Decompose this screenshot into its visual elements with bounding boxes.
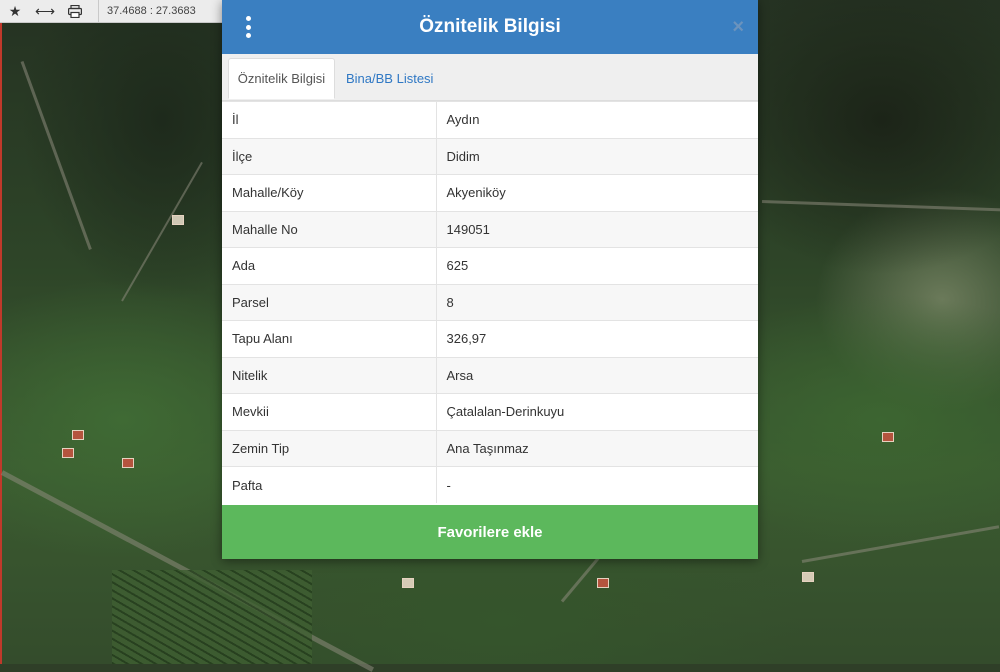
attribute-info-dialog: Öznitelik Bilgisi × Öznitelik Bilgisi Bi… (222, 0, 758, 559)
star-icon[interactable]: ★ (0, 0, 30, 22)
attribute-key: Mahalle/Köy (222, 174, 437, 211)
menu-kebab-icon[interactable] (242, 16, 254, 38)
table-row: İl Aydın (222, 101, 758, 138)
attribute-value: Akyeniköy (436, 174, 758, 211)
attribute-key: Pafta (222, 466, 437, 503)
attribute-key: Ada (222, 247, 437, 284)
attribute-value: 149051 (436, 210, 758, 248)
close-icon[interactable]: × (732, 16, 744, 39)
table-row: Mahalle/Köy Akyeniköy (222, 174, 758, 211)
attribute-key: Nitelik (222, 356, 437, 394)
attribute-value: 8 (436, 283, 758, 321)
attribute-value: Didim (436, 137, 758, 175)
tab-attribute-info[interactable]: Öznitelik Bilgisi (228, 58, 335, 99)
attribute-key: Zemin Tip (222, 429, 437, 467)
dialog-title: Öznitelik Bilgisi (419, 16, 561, 37)
add-to-favorites-button[interactable]: Favorilere ekle (222, 505, 758, 559)
table-row: Mevkii Çatalalan-Derinkuyu (222, 393, 758, 430)
table-row: Nitelik Arsa (222, 356, 758, 394)
table-row: Pafta - (222, 466, 758, 503)
attribute-key: İlçe (222, 137, 437, 175)
table-row: Mahalle No 149051 (222, 210, 758, 248)
table-row: Parsel 8 (222, 283, 758, 321)
tab-building-list[interactable]: Bina/BB Listesi (346, 58, 433, 99)
attribute-value: Çatalalan-Derinkuyu (436, 393, 758, 430)
attribute-key: Mahalle No (222, 210, 437, 248)
attribute-key: Mevkii (222, 393, 437, 430)
print-icon[interactable] (60, 0, 90, 22)
table-row: Tapu Alanı 326,97 (222, 320, 758, 357)
table-row: Ada 625 (222, 247, 758, 284)
attribute-value: Arsa (436, 356, 758, 394)
attribute-value: - (436, 466, 758, 503)
measure-icon[interactable]: ⟷ (30, 0, 60, 22)
dialog-tabs: Öznitelik Bilgisi Bina/BB Listesi (222, 54, 758, 101)
table-row: İlçe Didim (222, 137, 758, 175)
attribute-table: İl Aydın İlçe Didim Mahalle/Köy Akyeniköy Maha… (222, 101, 758, 503)
table-row: Zemin Tip Ana Taşınmaz (222, 429, 758, 467)
attribute-value: 625 (436, 247, 758, 284)
attribute-value: Ana Taşınmaz (436, 429, 758, 467)
attribute-key: Parsel (222, 283, 437, 321)
attribute-value: Aydın (436, 101, 758, 138)
attribute-key: İl (222, 101, 437, 138)
map-toolbar: ★ ⟷ 37.4688 : 27.3683 (0, 0, 222, 23)
dialog-header: Öznitelik Bilgisi × (222, 0, 758, 54)
attribute-key: Tapu Alanı (222, 320, 437, 357)
attribute-value: 326,97 (436, 320, 758, 357)
coordinate-readout: 37.4688 : 27.3683 (98, 0, 196, 22)
